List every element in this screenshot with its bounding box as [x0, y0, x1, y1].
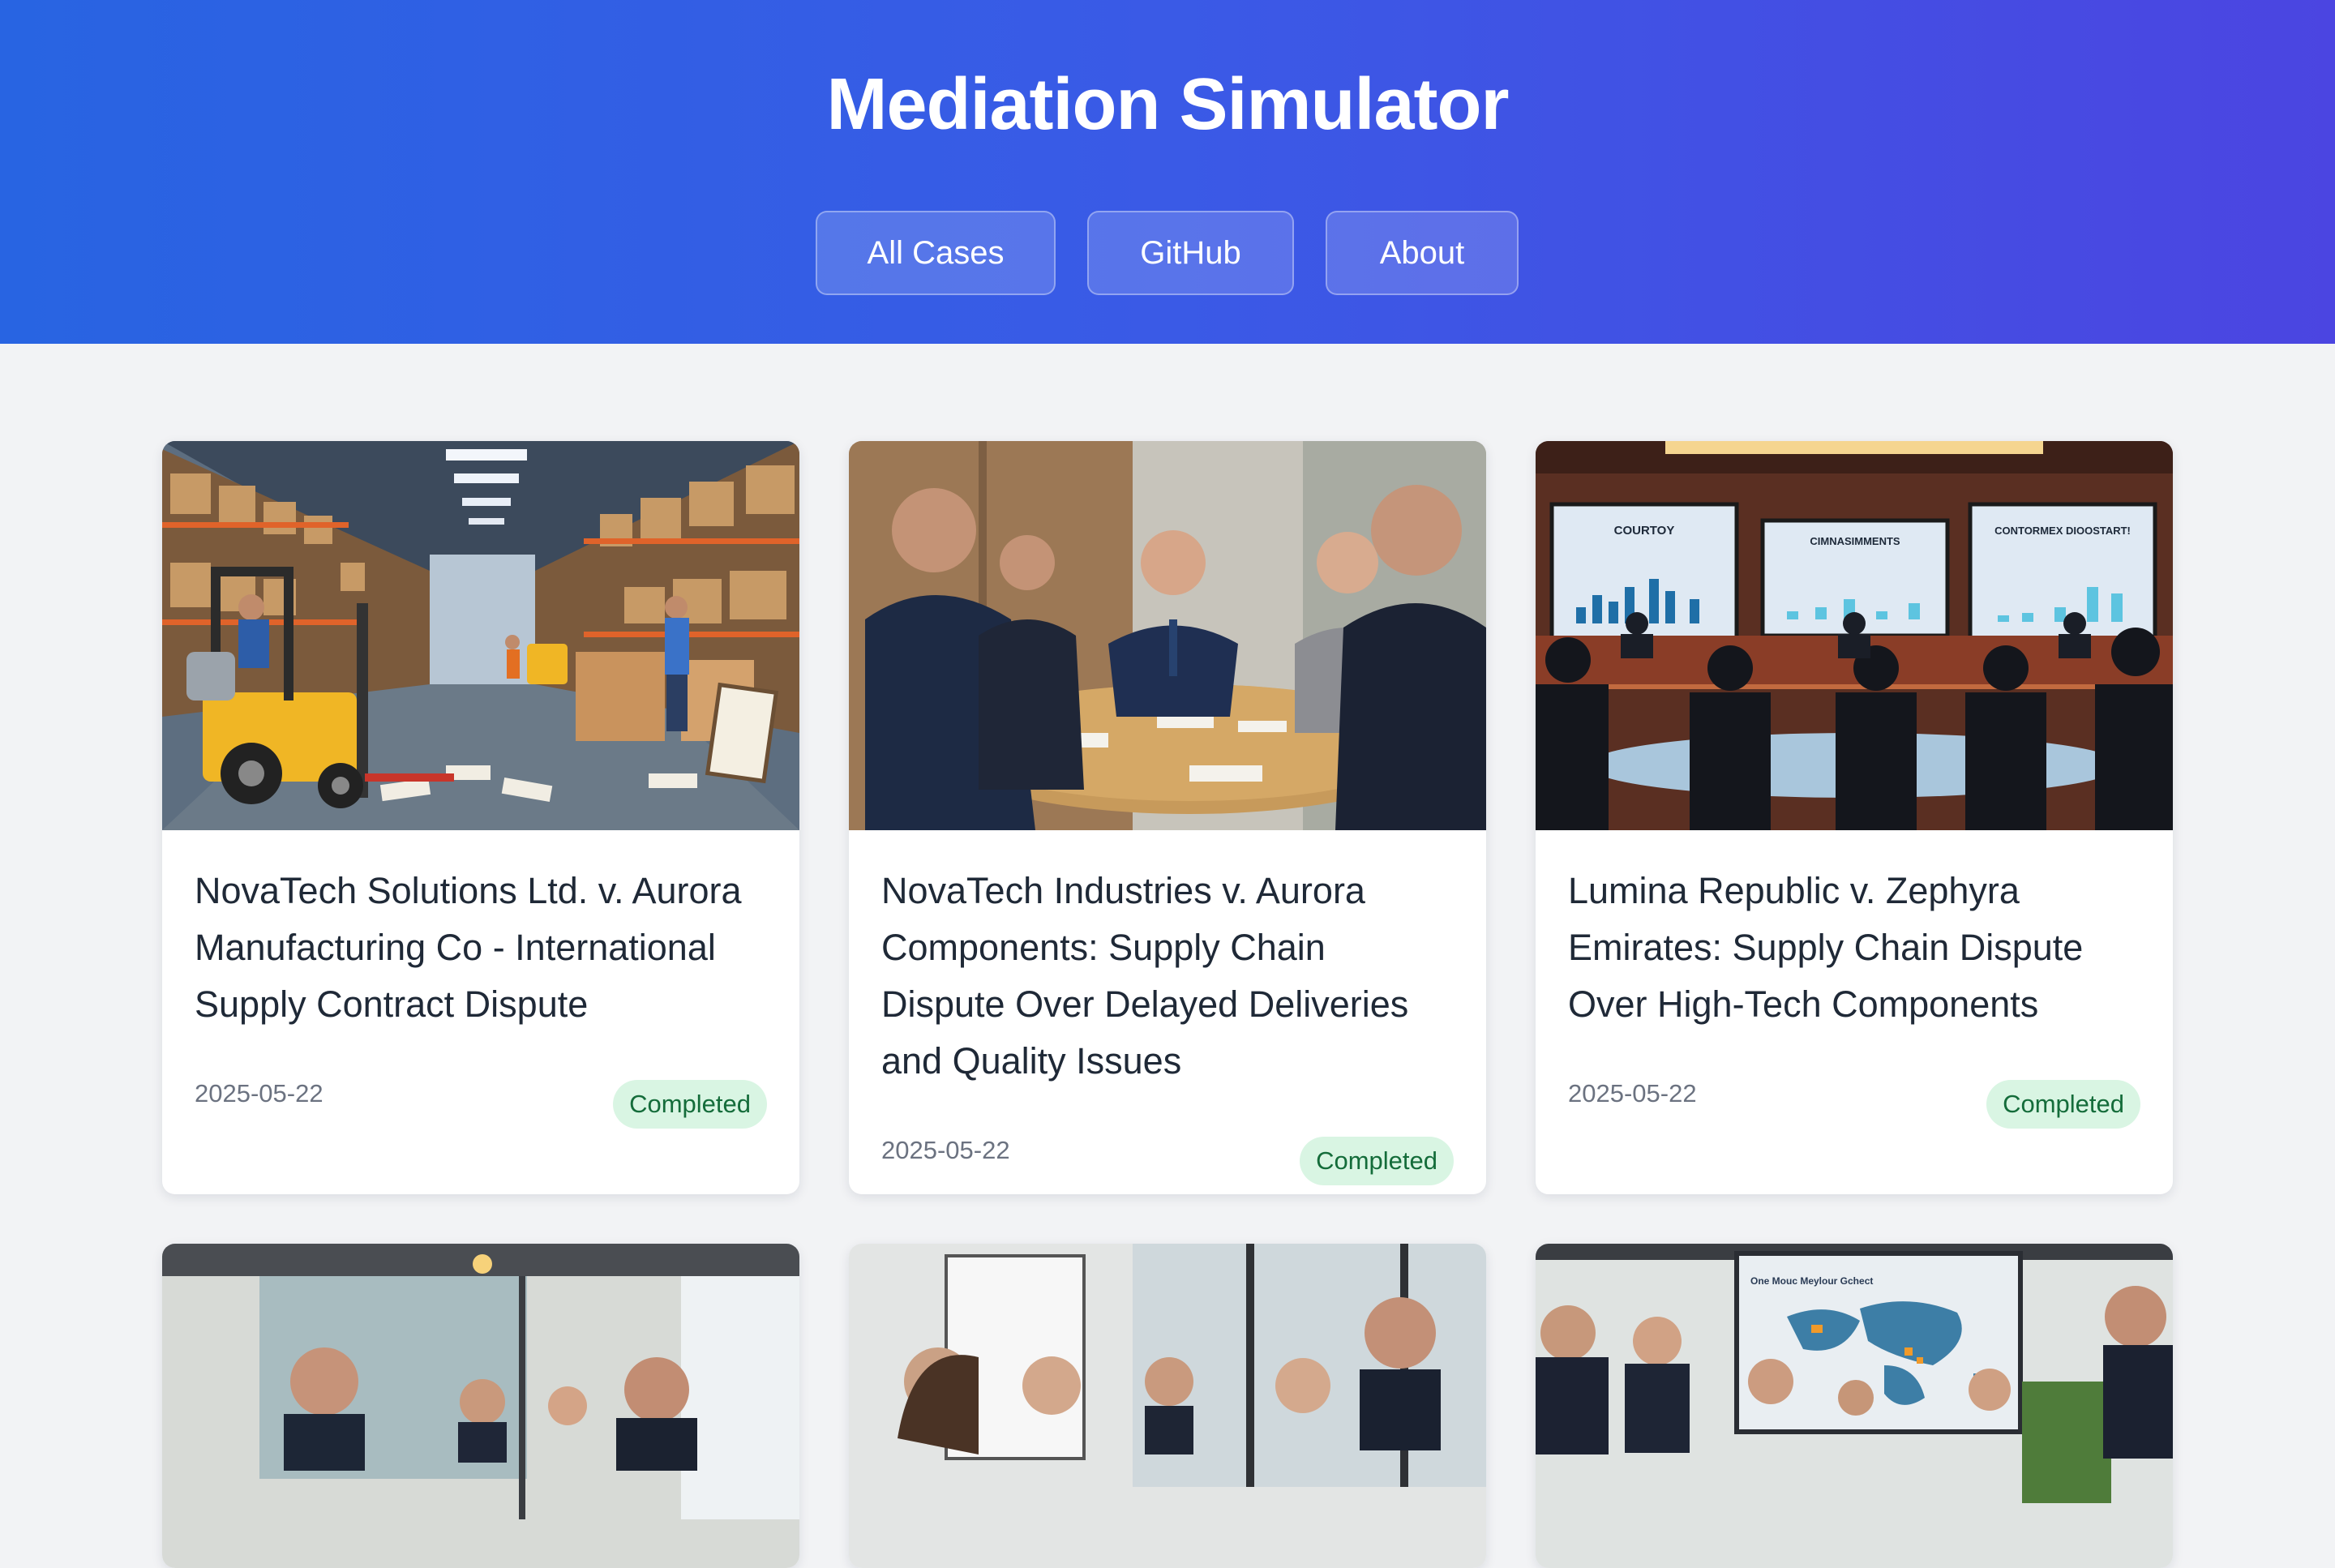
case-card[interactable] — [162, 1244, 799, 1568]
case-card[interactable] — [849, 1244, 1486, 1568]
case-card[interactable]: NovaTech Industries v. Aurora Components… — [849, 441, 1486, 1194]
map-title: One Mouc Meylour Gchect — [1750, 1275, 1873, 1287]
warehouse-photo — [162, 441, 799, 830]
conference-screens-photo: COURTOY CIMNASIMMENTS CONTORMEX DIOOSTAR… — [1536, 441, 2173, 830]
case-date: 2025-05-22 — [1568, 1079, 1697, 1107]
meeting-table-photo — [849, 441, 1486, 830]
nav-about-button[interactable]: About — [1326, 211, 1519, 295]
case-title[interactable]: Lumina Republic v. Zephyra Emirates: Sup… — [1568, 863, 2140, 1033]
case-card[interactable]: One Mouc Meylour Gchect — [1536, 1244, 2173, 1568]
world-map-presentation-photo: One Mouc Meylour Gchect — [1536, 1244, 2173, 1568]
case-card[interactable]: NovaTech Solutions Ltd. v. Aurora Manufa… — [162, 441, 799, 1194]
case-title[interactable]: NovaTech Solutions Ltd. v. Aurora Manufa… — [195, 863, 767, 1033]
site-header: Mediation Simulator All Cases GitHub Abo… — [0, 0, 2335, 344]
case-title[interactable]: NovaTech Industries v. Aurora Components… — [881, 863, 1454, 1090]
case-card[interactable]: COURTOY CIMNASIMMENTS CONTORMEX DIOOSTAR… — [1536, 441, 2173, 1194]
screen-heading: COURTOY — [1614, 524, 1675, 538]
office-meeting-photo — [162, 1244, 799, 1568]
status-badge: Completed — [613, 1080, 767, 1129]
screen-heading: CIMNASIMMENTS — [1810, 535, 1900, 547]
case-date: 2025-05-22 — [195, 1079, 323, 1107]
status-badge: Completed — [1986, 1080, 2140, 1129]
page-title: Mediation Simulator — [826, 64, 1509, 145]
screen-heading: CONTORMEX DIOOSTART! — [1994, 525, 2131, 537]
boardroom-photo — [849, 1244, 1486, 1568]
status-badge: Completed — [1300, 1137, 1454, 1185]
nav-all-cases-button[interactable]: All Cases — [816, 211, 1056, 295]
case-date: 2025-05-22 — [881, 1136, 1010, 1164]
nav-github-button[interactable]: GitHub — [1087, 211, 1294, 295]
